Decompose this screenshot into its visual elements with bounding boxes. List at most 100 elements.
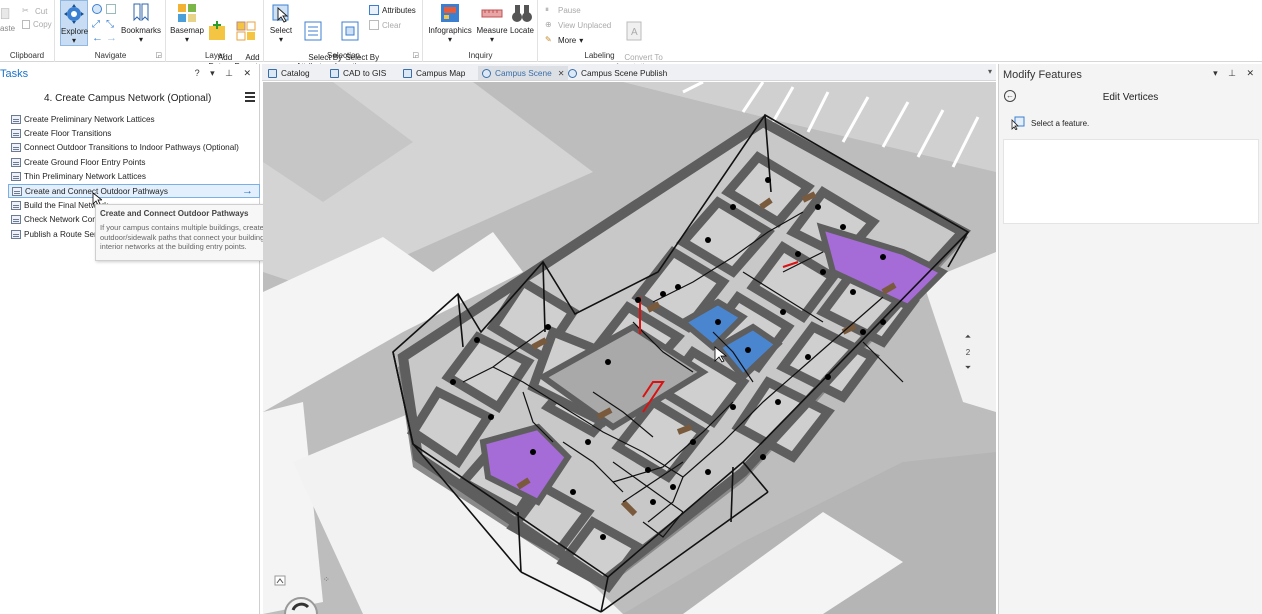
select-by-location-icon [341,21,359,41]
tab-label: Campus Map [416,68,466,78]
convert-annotation-icon: A [626,21,642,41]
task-step-label: Thin Preliminary Network Lattices [24,172,146,182]
next-extent-icon[interactable]: → [106,32,117,44]
floor-number: 2 [965,348,971,357]
select-label: Select [269,26,293,35]
tab-campus-map[interactable]: Campus Map [403,66,465,80]
tab-label: Campus Scene Publish [581,68,668,78]
paste-button[interactable]: aste [0,2,16,33]
view-tabs: Catalog CAD to GIS Campus Map Campus Sce… [262,64,996,81]
zoom-to-selection-icon[interactable]: ⤢ [92,19,100,30]
close-tab-icon[interactable]: ✕ [558,69,565,78]
dropdown-arrow-icon: ▾ [138,35,143,44]
basemap-button[interactable]: Basemap ▾ [169,2,205,44]
panel-controls[interactable]: ▾ ⊥ ✕ [1213,68,1258,79]
clear-selection-icon [369,20,379,30]
infographics-label: Infographics [428,26,472,35]
layer-group-label: Layer [204,51,225,60]
dialog-launcher-icon[interactable]: ◲ [155,51,162,59]
tab-campus-scene-publish[interactable]: Campus Scene Publish [568,66,667,80]
tasks-panel-title: Tasks [0,68,29,80]
svg-text:A: A [631,27,638,38]
fixed-zoom-icon[interactable] [106,4,116,14]
infographics-button[interactable]: Infographics ▾ [426,2,474,44]
select-vertex-icon [1011,116,1025,130]
campus-scene-3d[interactable]: ⁘ [263,82,996,614]
measure-label: Measure [476,26,508,35]
view-unplaced-button[interactable]: ⊕ View Unplaced [545,20,611,30]
measure-button[interactable]: Measure ▾ [476,2,508,44]
task-step[interactable]: Connect Outdoor Transitions to Indoor Pa… [8,141,260,155]
cut-label: Cut [35,6,48,16]
task-step-icon [11,114,21,124]
select-by-attributes-icon [304,21,322,41]
tab-campus-scene[interactable]: Campus Scene ✕ [478,66,569,80]
task-step[interactable]: Create Ground Floor Entry Points [8,155,260,169]
paste-label: aste [0,24,16,33]
select-icon [272,4,289,23]
zoom-full-extent-icon[interactable] [92,4,102,14]
select-feature-tool[interactable]: Select a feature. [1011,116,1089,130]
copy-button[interactable]: Copy [22,20,52,29]
add-data-icon [209,21,225,40]
locate-button[interactable]: Locate [508,2,536,35]
task-step-icon [11,157,21,167]
task-title: 4. Create Campus Network (Optional) [44,93,212,104]
labeling-group: ⏸ Pause ⊕ View Unplaced ✎ More ▾ A Convert T… [539,0,663,71]
bookmarks-button[interactable]: Bookmarks ▾ [120,2,162,44]
floor-selector[interactable]: ⏶ 2 ⏷ [962,332,974,382]
attributes-button[interactable]: Attributes [369,5,416,15]
tooltip-body: If your campus contains multiple buildin… [100,223,265,251]
tabs-dropdown-icon[interactable]: ▾ [988,67,992,76]
selection-group-label: Selection [327,51,360,60]
panel-controls[interactable]: ? ▾ ⊥ ✕ [195,68,255,79]
task-step[interactable]: Thin Preliminary Network Lattices [8,170,260,184]
inquiry-group-label: Inquiry [468,51,493,60]
menu-icon[interactable] [245,92,255,102]
cut-button[interactable]: ✂ Cut [22,6,47,16]
clear-label: Clear [382,20,402,30]
run-arrow-icon[interactable]: → [242,185,253,197]
navigate-group: Explore ▾ ⤢ ⤡ ← → Bookmarks ▾ Navigate ◲ [56,0,166,62]
tooltip-title: Create and Connect Outdoor Pathways [100,209,249,218]
add-preset-icon [236,21,256,41]
previous-extent-icon[interactable]: ← [92,32,103,44]
more-button[interactable]: ✎ More ▾ [545,35,583,45]
pencil-icon: ✎ [545,35,552,44]
tab-label: Catalog [281,68,310,78]
task-step-icon [11,215,21,225]
task-step[interactable]: Create Floor Transitions [8,126,260,140]
clear-button[interactable]: Clear [369,20,401,30]
svg-text:⁘: ⁘ [323,575,330,584]
task-tooltip: Create and Connect Outdoor Pathways If y… [95,204,284,261]
task-step[interactable]: Create Preliminary Network Lattices [8,112,260,126]
table-icon [369,5,379,15]
tab-label: CAD to GIS [343,68,387,78]
bookmarks-label: Bookmarks [120,26,161,35]
pause-button[interactable]: ⏸ Pause [545,5,581,15]
floor-down-icon[interactable]: ⏷ [962,363,974,373]
layer-group: Basemap▾ Add Data Add Preset Layer [167,0,264,71]
tab-catalog[interactable]: Catalog [268,66,310,80]
navigate-group-label: Navigate [94,51,127,60]
dialog-launcher-icon[interactable]: ◲ [412,51,419,59]
task-step-icon [11,229,21,239]
scissors-icon: ✂ [22,6,29,15]
select-button[interactable]: Select ▾ [267,2,295,44]
floor-up-icon[interactable]: ⏶ [962,332,974,342]
view-unplaced-label: View Unplaced [558,20,612,30]
task-step-icon [11,143,21,153]
feature-list-box[interactable] [1003,139,1259,224]
selection-group: Select▾ Select By Attributes Select By L… [265,0,423,71]
tab-cad-to-gis[interactable]: CAD to GIS [330,66,386,80]
globe-icon [568,68,577,78]
more-label: More [558,35,577,45]
basemap-icon [178,4,196,22]
locate-label: Locate [509,26,535,35]
task-step-selected[interactable]: Create and Connect Outdoor Pathways → [8,183,260,199]
scene-view[interactable]: ⁘ ⏶ 2 ⏷ [263,82,996,614]
zoom-out-icon[interactable]: ⤡ [106,19,114,30]
task-step-label: Connect Outdoor Transitions to Indoor Pa… [24,143,239,153]
dropdown-arrow-icon: ▾ [71,36,76,45]
explore-button[interactable]: Explore ▾ [60,0,88,46]
